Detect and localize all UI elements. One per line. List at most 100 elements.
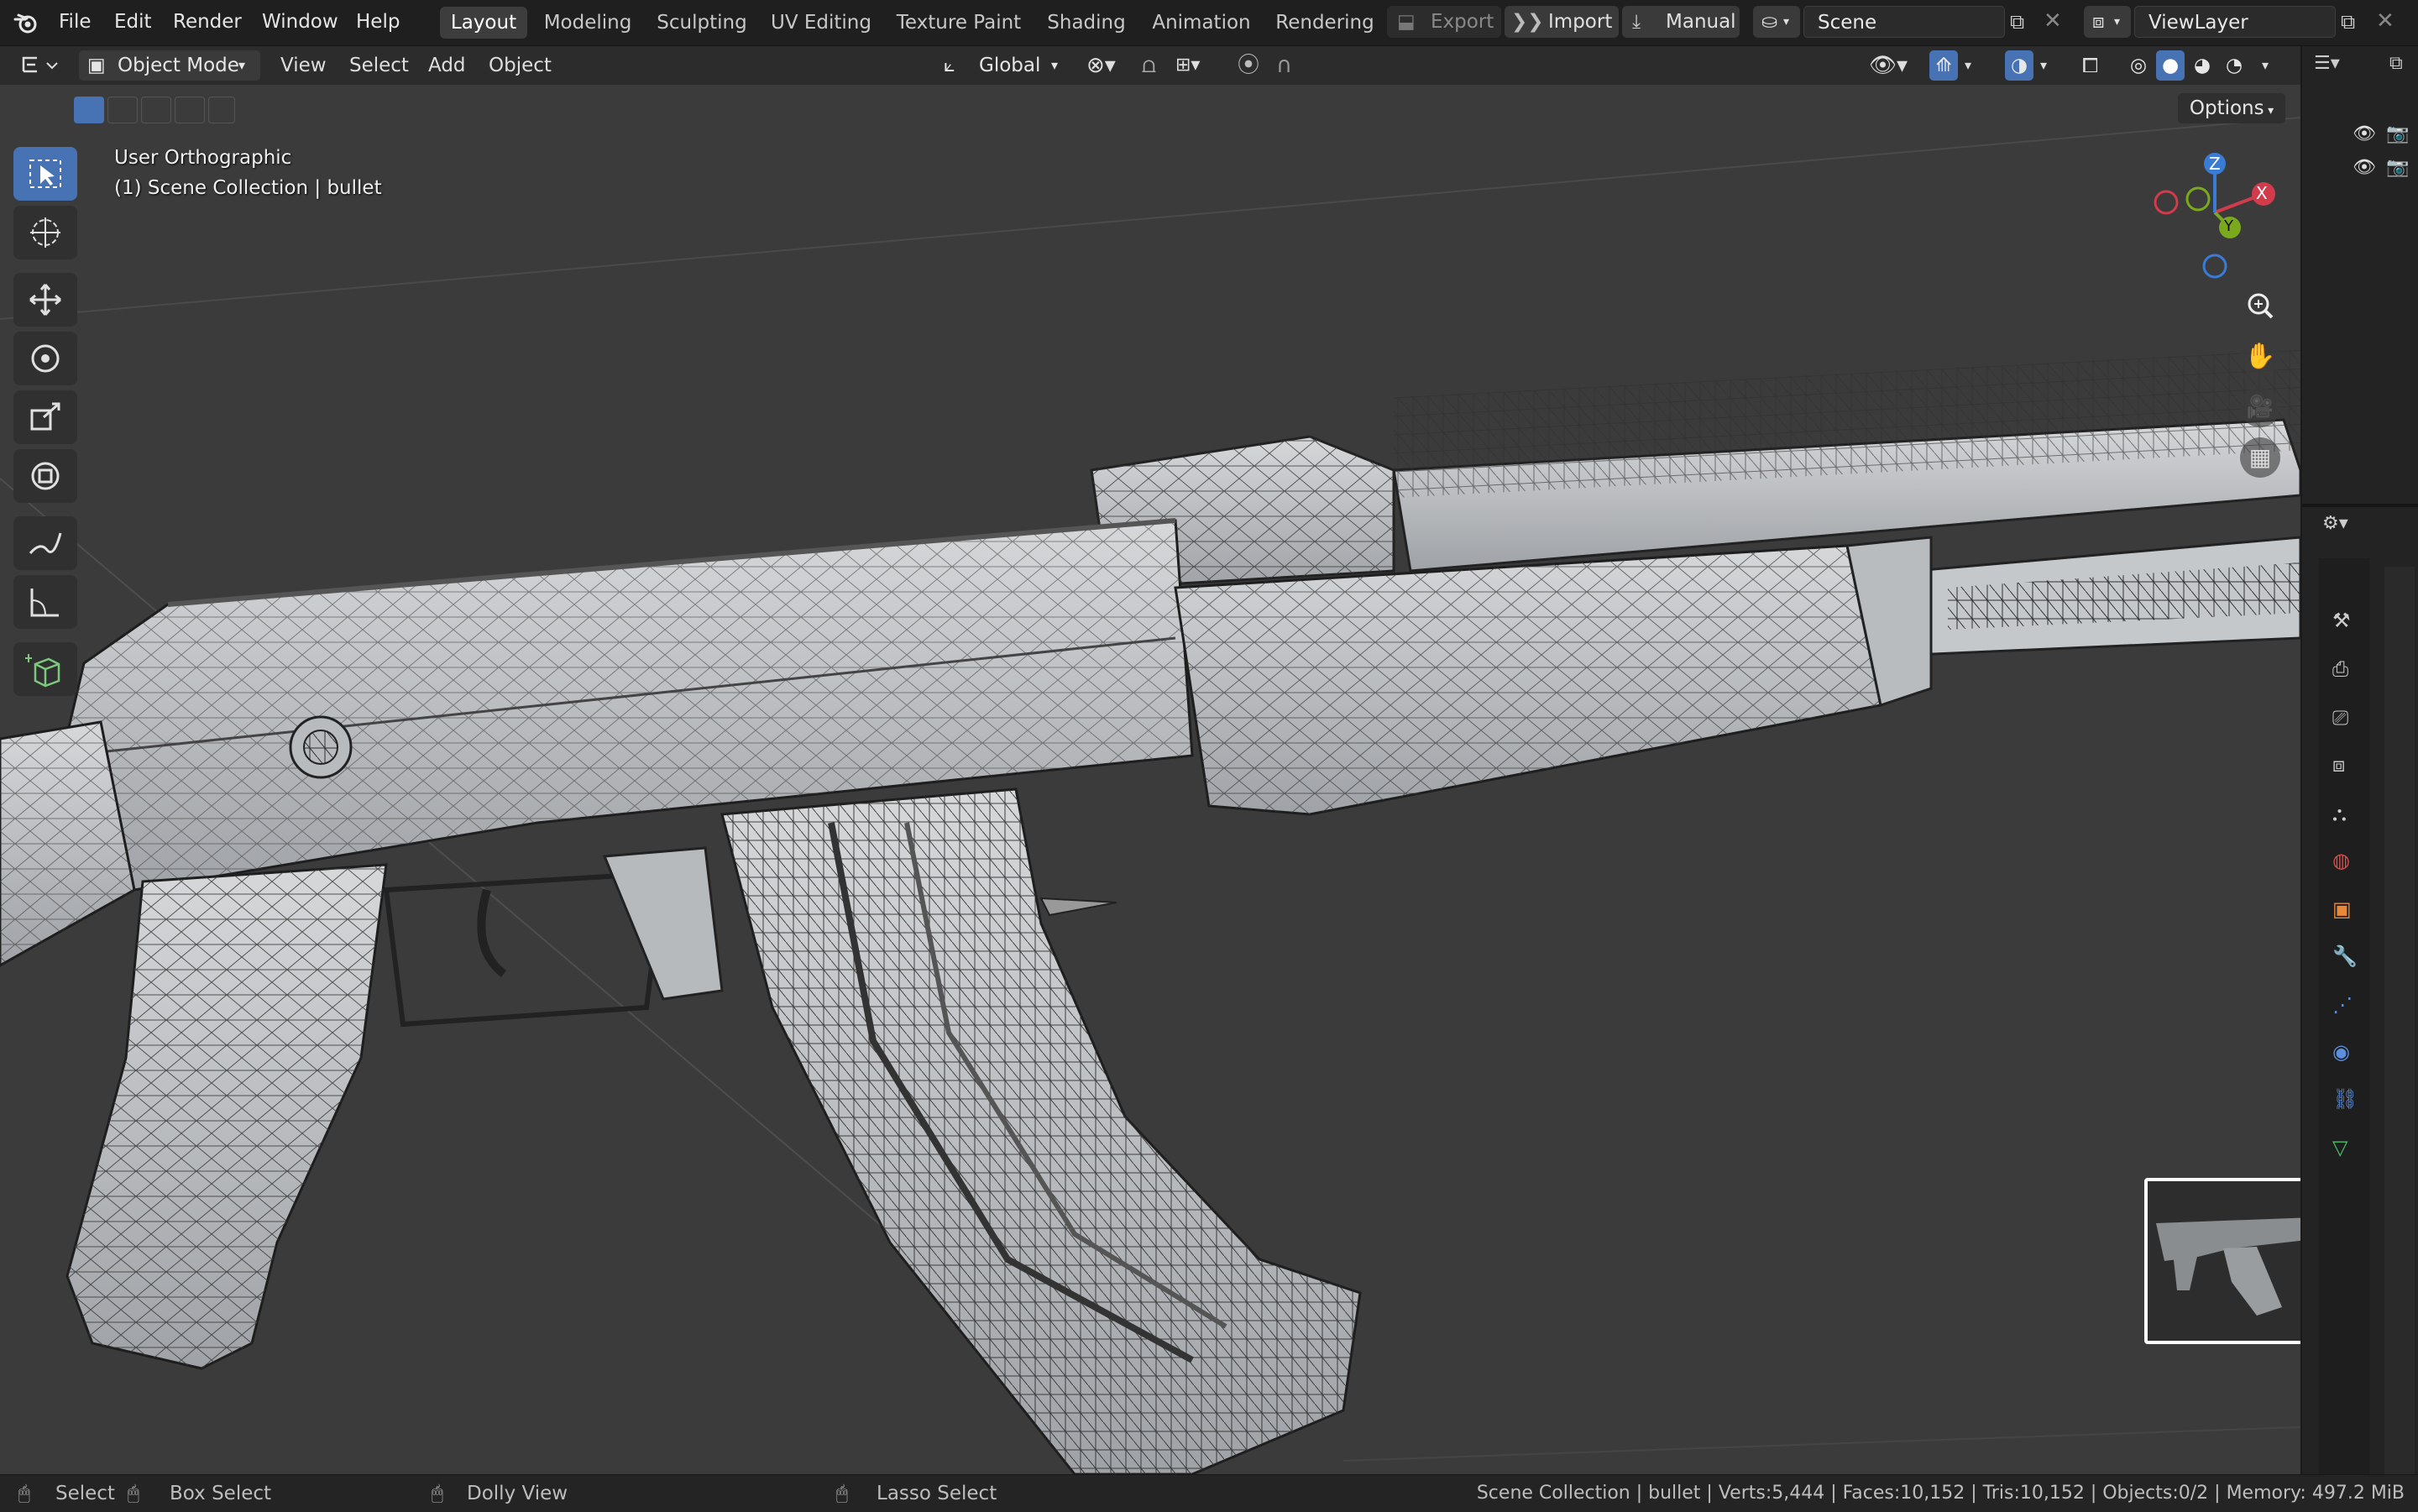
tab-layout[interactable]: Layout	[440, 7, 527, 39]
particles-properties-icon[interactable]: ⋰	[2332, 993, 2353, 1017]
view-layer-properties-icon[interactable]: ⧈	[2332, 753, 2345, 777]
chevron-down-icon[interactable]: ▾	[2262, 46, 2282, 85]
render-layers-icon: ⧈	[2092, 11, 2105, 33]
visibility-icon[interactable]: 👁▾	[1869, 46, 1916, 85]
select-box-tool-icon[interactable]	[13, 147, 77, 201]
properties-panel-edge	[2384, 567, 2415, 1490]
select-extend-icon[interactable]	[107, 97, 138, 123]
render-properties-icon[interactable]: ⎙	[2332, 657, 2348, 681]
y-axis-label: Y	[2224, 217, 2233, 235]
select-invert-icon[interactable]	[175, 97, 205, 123]
tab-modeling[interactable]: Modeling	[537, 7, 638, 39]
menu-help[interactable]: Help	[356, 0, 400, 45]
tab-shading[interactable]: Shading	[1038, 7, 1135, 39]
physics-properties-icon[interactable]: ◉	[2332, 1040, 2350, 1064]
menu-window[interactable]: Window	[262, 0, 338, 45]
pivot-point-icon[interactable]: ⊗▾	[1086, 46, 1128, 85]
menu-view[interactable]: View	[280, 46, 327, 85]
close-scene-icon[interactable]: ✕	[2044, 8, 2069, 34]
chevron-down-icon[interactable]: ▾	[1965, 46, 1985, 85]
camera-view-icon[interactable]: 🎥	[2240, 387, 2280, 427]
select-subtract-icon[interactable]	[141, 97, 171, 123]
import-button[interactable]: ❯❯ Import	[1505, 6, 1619, 38]
scene-icon: ⛀	[1761, 11, 1778, 33]
x-axis-label: X	[2256, 183, 2268, 203]
snap-target-icon[interactable]: ⊞▾	[1175, 46, 1226, 85]
falloff-icon[interactable]: ∩	[1276, 46, 1313, 85]
pan-hand-icon[interactable]: ✋	[2240, 337, 2280, 377]
overlays-toggle-icon[interactable]: ◑	[2005, 50, 2033, 81]
world-properties-icon[interactable]: ◍	[2332, 849, 2350, 872]
new-viewlayer-icon[interactable]: ⧉	[2341, 10, 2366, 35]
outliner-editor-type-icon[interactable]: ☰▾	[2314, 53, 2364, 78]
export-button[interactable]: ⬓ Export	[1387, 6, 1501, 38]
annotate-tool-icon[interactable]	[13, 516, 77, 570]
visibility-eye-icon[interactable]: 👁	[2353, 123, 2378, 145]
mode-selector[interactable]: ▣ Object Mode ▾	[79, 50, 260, 81]
rotate-tool-icon[interactable]	[13, 332, 77, 385]
render-camera-icon[interactable]: 📷	[2386, 123, 2411, 145]
scene-browse-button[interactable]: ⛀ ▾	[1753, 6, 1800, 38]
tab-texture-paint[interactable]: Texture Paint	[890, 7, 1028, 39]
menu-add[interactable]: Add	[428, 46, 466, 85]
tab-animation[interactable]: Animation	[1147, 7, 1256, 39]
transform-orientation-selector[interactable]: ⟀ Global ▾	[939, 50, 1070, 81]
snap-toggle-icon[interactable]: ⩍	[1142, 46, 1172, 85]
tool-settings-icon[interactable]: ⚒	[2332, 609, 2351, 632]
zoom-icon[interactable]	[2240, 286, 2280, 327]
properties-editor-type-icon[interactable]: ⚙▾	[2322, 513, 2369, 543]
xray-toggle-icon[interactable]: ⧠	[2082, 46, 2111, 85]
navigation-gizmo[interactable]: X Y Z	[2146, 152, 2280, 286]
editor-type-icon[interactable]	[17, 46, 65, 85]
output-properties-icon[interactable]: ⎚	[2332, 706, 2348, 730]
manual-button[interactable]: ⤓ Manual	[1622, 6, 1740, 38]
material-shading-icon[interactable]: ◕	[2188, 50, 2216, 81]
options-button[interactable]: Options ▾	[2178, 93, 2285, 123]
add-cube-tool-icon[interactable]	[13, 642, 77, 696]
move-tool-icon[interactable]	[13, 273, 77, 327]
rifle-model-wireframe[interactable]	[0, 85, 2300, 1474]
scale-tool-icon[interactable]	[13, 390, 77, 444]
chevron-down-icon[interactable]: ▾	[2040, 46, 2060, 85]
tab-sculpting[interactable]: Sculpting	[652, 7, 752, 39]
shading-mode-group: ◎ ● ◕ ◔	[2121, 50, 2262, 81]
new-scene-icon[interactable]: ⧉	[2010, 10, 2035, 35]
scene-properties-icon[interactable]: ⛬	[2332, 802, 2347, 825]
measure-tool-icon[interactable]	[13, 575, 77, 629]
tab-uv-editing[interactable]: UV Editing	[766, 7, 877, 39]
gizmo-toggle-icon[interactable]: ⟰	[1929, 50, 1958, 81]
select-intersect-icon[interactable]	[208, 97, 235, 123]
modifier-properties-icon[interactable]: 🔧	[2332, 944, 2358, 968]
viewport-thumbnail[interactable]	[2144, 1178, 2300, 1344]
collection-label: (1) Scene Collection | bullet	[114, 177, 382, 199]
data-properties-icon[interactable]: ▽	[2332, 1136, 2347, 1159]
constraints-properties-icon[interactable]: ⛓	[2332, 1087, 2358, 1111]
rendered-shading-icon[interactable]: ◔	[2220, 50, 2248, 81]
outliner-filter-icon[interactable]: ⧉	[2389, 53, 2415, 78]
menu-edit[interactable]: Edit	[114, 0, 152, 45]
menu-select[interactable]: Select	[349, 46, 409, 85]
menu-file[interactable]: File	[59, 0, 92, 45]
scene-name-field[interactable]: Scene	[1803, 6, 2005, 38]
view-name-label: User Orthographic	[114, 147, 292, 169]
viewlayer-name-field[interactable]: ViewLayer	[2134, 6, 2336, 38]
object-properties-icon[interactable]: ▣	[2332, 897, 2352, 921]
perspective-toggle-icon[interactable]: ▦	[2240, 437, 2280, 478]
3d-viewport[interactable]: User Orthographic (1) Scene Collection |…	[0, 85, 2300, 1474]
viewlayer-browse-button[interactable]: ⧈ ▾	[2084, 6, 2131, 38]
cursor-tool-icon[interactable]	[13, 206, 77, 259]
menu-render[interactable]: Render	[173, 0, 242, 45]
render-camera-icon[interactable]: 📷	[2386, 157, 2411, 179]
blender-logo-icon[interactable]	[13, 11, 39, 34]
select-new-icon[interactable]	[74, 97, 104, 123]
wireframe-shading-icon[interactable]: ◎	[2124, 50, 2153, 81]
menu-object[interactable]: Object	[489, 46, 552, 85]
properties-tab-column: ⚒ ⎙ ⎚ ⧈ ⛬ ◍ ▣ 🔧 ⋰ ◉ ⛓ ▽	[2319, 558, 2369, 1482]
close-viewlayer-icon[interactable]: ✕	[2376, 8, 2401, 34]
visibility-eye-icon[interactable]: 👁	[2353, 157, 2378, 179]
solid-shading-icon[interactable]: ●	[2156, 50, 2185, 81]
proportional-editing-icon[interactable]: ⦿	[1238, 46, 1266, 85]
transform-tool-icon[interactable]	[13, 449, 77, 503]
download-icon: ⤓	[1632, 11, 1641, 33]
tab-rendering[interactable]: Rendering	[1266, 7, 1384, 39]
